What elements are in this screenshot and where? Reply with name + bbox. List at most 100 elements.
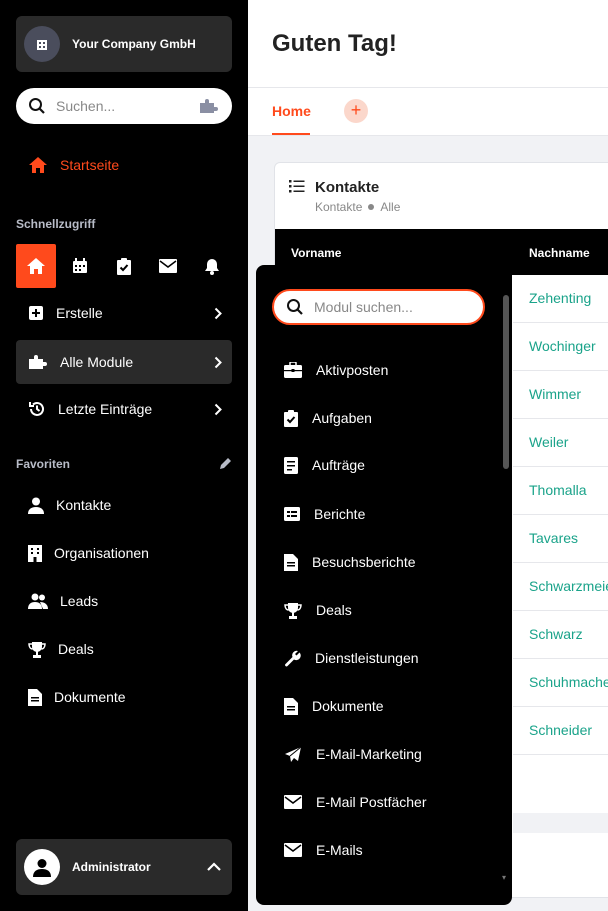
quick-access-title: Schnellzugriff: [16, 217, 96, 231]
chevron-up-icon[interactable]: [206, 862, 222, 872]
module-item-label: Berichte: [314, 506, 366, 522]
fav-kontakte[interactable]: Kontakte: [16, 483, 232, 527]
module-item-label: Dokumente: [312, 698, 384, 714]
chevron-right-icon: [214, 356, 222, 368]
company-name: Your Company GmbH: [72, 37, 196, 51]
module-item-deals[interactable]: Deals: [284, 590, 494, 630]
search-input[interactable]: [56, 98, 176, 114]
module-item-emails[interactable]: E-Mails: [284, 830, 494, 870]
column-header-nachname[interactable]: Nachname: [529, 246, 590, 260]
table-row[interactable]: Thomalla: [513, 467, 608, 515]
quick-calendar-button[interactable]: [60, 244, 100, 288]
user-menu[interactable]: Administrator: [16, 839, 232, 895]
module-item-auftraege[interactable]: Aufträge: [284, 445, 494, 485]
table-row[interactable]: Zehenting: [513, 275, 608, 323]
table-row[interactable]: Wochinger: [513, 323, 608, 371]
nav-startseite[interactable]: Startseite: [16, 143, 232, 187]
chevron-right-icon: [214, 307, 222, 319]
add-tab-button[interactable]: +: [344, 99, 368, 123]
document-icon: [284, 697, 298, 715]
modules-dropdown: Aktivposten Aufgaben Aufträge Berichte B…: [256, 265, 512, 905]
fav-deals[interactable]: Deals: [16, 627, 232, 671]
home-icon: [29, 157, 47, 173]
global-search[interactable]: [16, 88, 232, 124]
module-item-label: Dienstleistungen: [315, 650, 419, 666]
module-item-dokumente[interactable]: Dokumente: [284, 686, 494, 726]
quick-tasks-button[interactable]: [104, 244, 144, 288]
module-item-label: E-Mails: [316, 842, 363, 858]
clipboard-check-icon: [284, 409, 298, 427]
module-item-besuchsberichte[interactable]: Besuchsberichte: [284, 542, 494, 582]
company-logo: [24, 26, 60, 62]
nav-letzte-eintraege[interactable]: Letzte Einträge: [16, 387, 232, 431]
table-row[interactable]: Schneider: [513, 707, 608, 755]
chevron-right-icon: [214, 403, 222, 415]
dropdown-scrollbar[interactable]: [503, 295, 509, 469]
avatar: [24, 849, 60, 885]
tab-home-indicator: [272, 133, 310, 135]
module-search[interactable]: [272, 289, 485, 325]
tab-home[interactable]: Home: [272, 103, 311, 119]
home-icon: [27, 258, 45, 274]
breadcrumb-filter[interactable]: Alle: [380, 200, 400, 214]
module-item-aktivposten[interactable]: Aktivposten: [284, 350, 494, 390]
mail-icon: [284, 795, 302, 809]
puzzle-icon: [29, 355, 47, 369]
list-icon: [289, 180, 305, 193]
trophy-icon: [28, 641, 46, 658]
breadcrumb-module[interactable]: Kontakte: [315, 200, 362, 214]
pencil-icon[interactable]: [219, 457, 232, 470]
table-row[interactable]: Schwarzmeier: [513, 563, 608, 611]
module-search-input[interactable]: [314, 299, 464, 315]
module-item-email-marketing[interactable]: E-Mail-Marketing: [284, 734, 494, 774]
quick-access-bar: [16, 244, 236, 288]
page-title: Guten Tag!: [272, 30, 397, 57]
clipboard-check-icon: [117, 257, 131, 275]
search-icon: [29, 98, 45, 114]
table-row[interactable]: Wimmer: [513, 371, 608, 419]
sidebar: Your Company GmbH Startseite Schnellzugr…: [0, 0, 248, 911]
fav-leads[interactable]: Leads: [16, 579, 232, 623]
fav-dokumente[interactable]: Dokumente: [16, 675, 232, 719]
company-switcher[interactable]: Your Company GmbH: [16, 16, 232, 72]
scroll-down-arrow-icon[interactable]: ▾: [502, 873, 506, 882]
nav-alle-module-label: Alle Module: [60, 354, 134, 370]
module-item-label: Deals: [316, 602, 352, 618]
paper-plane-icon: [285, 746, 302, 762]
mail-icon: [284, 843, 302, 857]
module-item-label: Besuchsberichte: [312, 554, 416, 570]
table-row[interactable]: Tavares: [513, 515, 608, 563]
briefcase-icon: [284, 362, 302, 378]
fav-organisationen[interactable]: Organisationen: [16, 531, 232, 575]
report-icon: [284, 507, 300, 521]
topbar: Guten Tag!: [248, 0, 608, 88]
history-icon: [29, 401, 44, 416]
quick-mail-button[interactable]: [148, 244, 188, 288]
nav-erstelle-label: Erstelle: [56, 305, 103, 321]
nav-erstelle[interactable]: Erstelle: [16, 291, 232, 335]
widget-title: Kontakte: [315, 179, 380, 196]
building-icon: [37, 40, 47, 50]
fav-leads-label: Leads: [60, 593, 99, 609]
document-icon: [284, 553, 298, 571]
module-item-aufgaben[interactable]: Aufgaben: [284, 398, 494, 438]
table-row[interactable]: Schuhmacher: [513, 659, 608, 707]
quick-notifications-button[interactable]: [192, 244, 232, 288]
module-item-email-postfaecher[interactable]: E-Mail Postfächer: [284, 782, 494, 822]
nav-alle-module[interactable]: Alle Module: [16, 340, 232, 384]
column-header-vorname[interactable]: Vorname: [291, 246, 341, 260]
quick-home-button[interactable]: [16, 244, 56, 288]
table-row[interactable]: Schwarz: [513, 611, 608, 659]
fav-dokumente-label: Dokumente: [54, 689, 126, 705]
module-item-dienstleistungen[interactable]: Dienstleistungen: [284, 638, 494, 678]
puzzle-icon[interactable]: [198, 98, 220, 114]
table-row[interactable]: Weiler: [513, 419, 608, 467]
table-footer: [513, 813, 608, 833]
building-icon: [28, 544, 42, 562]
fav-deals-label: Deals: [58, 641, 94, 657]
person-icon: [33, 859, 51, 877]
wrench-icon: [285, 650, 301, 666]
breadcrumb-separator: [368, 204, 375, 210]
module-item-berichte[interactable]: Berichte: [284, 494, 494, 534]
fav-organisationen-label: Organisationen: [54, 545, 149, 561]
